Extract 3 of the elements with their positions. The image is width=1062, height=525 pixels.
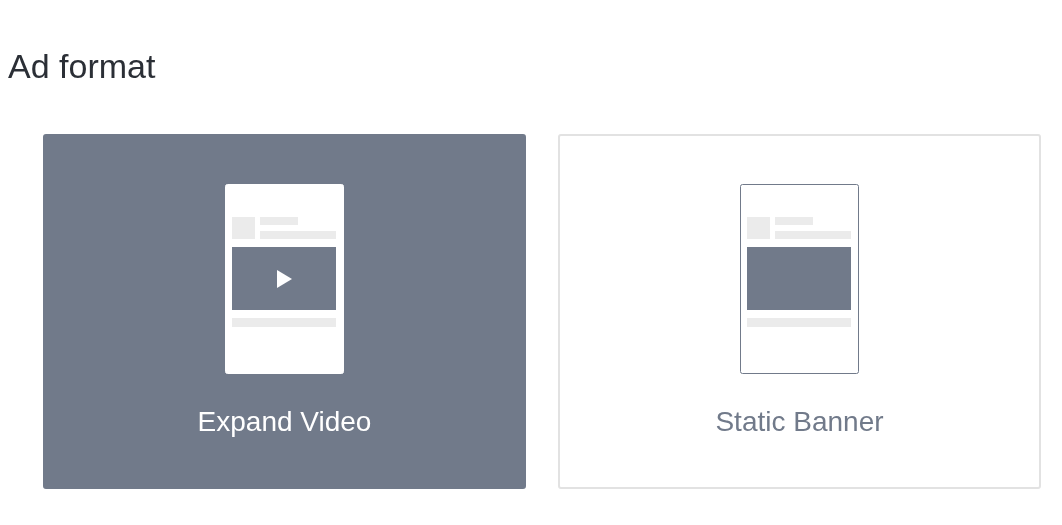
ad-format-option[interactable]: Expand Video xyxy=(43,134,526,489)
section-title: Ad format xyxy=(8,46,157,87)
ad-format-option[interactable]: Static Banner xyxy=(558,134,1041,489)
